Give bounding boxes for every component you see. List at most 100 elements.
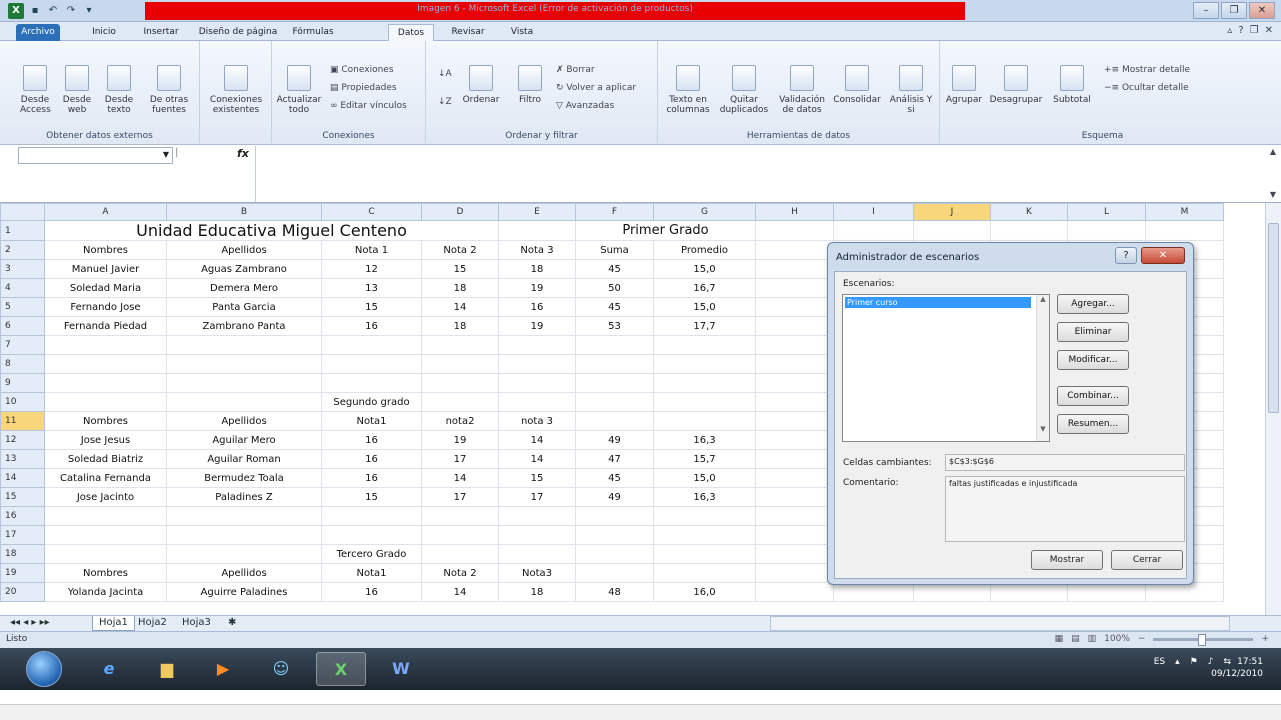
cell[interactable]: Nota 2 xyxy=(421,563,499,583)
zoom-out-icon[interactable]: − xyxy=(1138,634,1146,644)
users-icon[interactable]: ☺ xyxy=(256,652,306,686)
cell[interactable] xyxy=(575,335,654,355)
cell[interactable] xyxy=(755,354,834,374)
cell[interactable]: Nota 2 xyxy=(421,240,499,260)
cell[interactable] xyxy=(44,544,167,564)
borrar-button[interactable]: ✗ Borrar xyxy=(556,65,595,75)
horizontal-scrollbar[interactable] xyxy=(770,616,1230,631)
cell[interactable] xyxy=(575,563,654,583)
cell[interactable]: 15,0 xyxy=(653,297,756,317)
restore-window-icon[interactable]: ❐ xyxy=(1250,25,1259,36)
cell[interactable]: 17 xyxy=(498,487,576,507)
conexiones-button[interactable]: ▣ Conexiones xyxy=(330,65,394,75)
chevron-down-icon[interactable]: ▼ xyxy=(1270,190,1276,199)
column-header-d[interactable]: D xyxy=(421,203,499,221)
cell[interactable] xyxy=(321,335,422,355)
cell[interactable]: Manuel Javier xyxy=(44,259,167,279)
minimize-ribbon-icon[interactable]: ▵ xyxy=(1227,25,1232,36)
cell[interactable] xyxy=(653,525,756,545)
cell[interactable] xyxy=(653,411,756,431)
cell[interactable]: 14 xyxy=(421,297,499,317)
cell[interactable]: 49 xyxy=(575,430,654,450)
cell[interactable]: 18 xyxy=(421,278,499,298)
excel-taskbar-icon[interactable]: X xyxy=(316,652,366,686)
cell[interactable]: 48 xyxy=(575,582,654,602)
cell[interactable]: 16 xyxy=(321,316,422,336)
row-header[interactable]: 12 xyxy=(0,430,45,450)
tab-datos[interactable]: Datos xyxy=(388,24,434,41)
cell[interactable]: Soledad Maria xyxy=(44,278,167,298)
cell[interactable] xyxy=(498,506,576,526)
resumen-button[interactable]: Resumen... xyxy=(1057,414,1129,434)
insert-function-button[interactable]: fx xyxy=(237,147,249,160)
cell[interactable] xyxy=(575,373,654,393)
mostrar-button[interactable]: Mostrar xyxy=(1031,550,1103,570)
close-icon[interactable]: ✕ xyxy=(1141,247,1185,264)
row-header[interactable]: 15 xyxy=(0,487,45,507)
cell[interactable] xyxy=(321,373,422,393)
cell[interactable]: 15 xyxy=(421,259,499,279)
actualizar-todo-button[interactable]: Actualizar todo xyxy=(274,65,324,115)
cell[interactable]: Primer Grado xyxy=(575,220,756,241)
help-icon[interactable]: ? xyxy=(1238,25,1243,36)
cell[interactable]: 14 xyxy=(498,430,576,450)
cell[interactable]: Aguilar Roman xyxy=(166,449,322,469)
cell[interactable] xyxy=(833,220,914,241)
cell[interactable] xyxy=(755,563,834,583)
cell[interactable]: 15 xyxy=(321,487,422,507)
insert-sheet-icon[interactable]: ✱ xyxy=(222,616,242,631)
cell[interactable] xyxy=(498,220,576,241)
cell[interactable]: Demera Mero xyxy=(166,278,322,298)
cell[interactable]: Fernanda Piedad xyxy=(44,316,167,336)
cell[interactable] xyxy=(498,373,576,393)
cell[interactable] xyxy=(990,220,1068,241)
cell[interactable] xyxy=(44,373,167,393)
cell[interactable] xyxy=(755,373,834,393)
cell[interactable] xyxy=(653,506,756,526)
word-taskbar-icon[interactable]: W xyxy=(376,652,426,686)
tab-formulas[interactable]: Fórmulas xyxy=(288,24,338,41)
agrupar-button[interactable]: Agrupar xyxy=(944,65,984,105)
cell[interactable]: Apellidos xyxy=(166,411,322,431)
column-header-f[interactable]: F xyxy=(575,203,654,221)
row-header[interactable]: 11 xyxy=(0,411,45,431)
zoom-slider[interactable] xyxy=(1153,633,1254,646)
cell[interactable]: Nota1 xyxy=(321,563,422,583)
cell[interactable]: 15 xyxy=(498,468,576,488)
propiedades-button[interactable]: ▤ Propiedades xyxy=(330,83,397,93)
cell[interactable]: Nota 3 xyxy=(498,240,576,260)
cell[interactable] xyxy=(755,449,834,469)
cell[interactable]: Segundo grado xyxy=(321,392,422,412)
cell[interactable] xyxy=(421,525,499,545)
column-header-g[interactable]: G xyxy=(653,203,756,221)
cell[interactable]: Jose Jacinto xyxy=(44,487,167,507)
row-header[interactable]: 1 xyxy=(0,220,45,241)
cell[interactable]: 17,7 xyxy=(653,316,756,336)
vertical-scrollbar[interactable] xyxy=(1265,203,1281,615)
cell[interactable]: 15,7 xyxy=(653,449,756,469)
sheet-tab-hoja3[interactable]: Hoja3 xyxy=(176,616,217,631)
tab-archivo[interactable]: Archivo xyxy=(16,24,60,41)
column-header-b[interactable]: B xyxy=(166,203,322,221)
sheet-tab-hoja2[interactable]: Hoja2 xyxy=(132,616,173,631)
chevron-up-icon[interactable]: ▲ xyxy=(1037,295,1049,303)
row-header[interactable]: 10 xyxy=(0,392,45,412)
sort-asc-icon[interactable]: ↓A xyxy=(438,69,452,79)
consolidar-button[interactable]: Consolidar xyxy=(832,65,882,105)
cell[interactable]: 45 xyxy=(575,259,654,279)
cell[interactable]: 15,0 xyxy=(653,468,756,488)
row-header[interactable]: 3 xyxy=(0,259,45,279)
column-header-i[interactable]: I xyxy=(833,203,914,221)
row-header[interactable]: 19 xyxy=(0,563,45,583)
column-header-e[interactable]: E xyxy=(498,203,576,221)
cell[interactable] xyxy=(421,392,499,412)
cell[interactable]: Nombres xyxy=(44,563,167,583)
desde-web-button[interactable]: Desde web xyxy=(62,65,92,115)
cell[interactable] xyxy=(755,240,834,260)
cell[interactable] xyxy=(498,392,576,412)
cell[interactable]: 17 xyxy=(421,487,499,507)
cell[interactable] xyxy=(575,354,654,374)
column-header-h[interactable]: H xyxy=(755,203,834,221)
cell[interactable]: Apellidos xyxy=(166,240,322,260)
cell[interactable]: 19 xyxy=(498,278,576,298)
